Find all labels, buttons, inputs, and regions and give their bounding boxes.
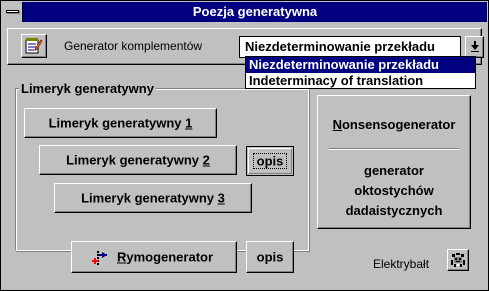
generator-select[interactable]: Niezdeterminowanie przekładu — [239, 36, 461, 58]
limerick-group-label: Limeryk generatywny — [19, 81, 156, 96]
generator-icon-button[interactable] — [21, 34, 47, 58]
limerick-opis-button[interactable]: opis — [246, 146, 294, 176]
nonsensogenerator-button[interactable]: Nonsensogenerator generator oktostychów … — [317, 95, 471, 229]
generator-select-value: Niezdeterminowanie przekładu — [245, 39, 435, 54]
robot-icon — [450, 252, 466, 268]
nonsensogenerator-subtitle: generator oktostychów dadaistycznych — [345, 163, 443, 218]
generator-label: Generator komplementów — [64, 39, 203, 53]
main-window: Poezja generatywna Generator komplementó… — [0, 0, 489, 291]
nonsensogenerator-separator — [329, 148, 459, 150]
limerick-2-button[interactable]: Limeryk generatywny 2 — [39, 145, 237, 175]
rymogenerator-button[interactable]: Rymogenerator — [71, 241, 237, 273]
notepad-pencil-icon — [25, 38, 43, 54]
nonsensogenerator-label: Nonsensogenerator — [332, 117, 456, 132]
system-menu-button[interactable] — [2, 2, 23, 22]
arrow-down-icon — [471, 45, 479, 50]
client-area: Generator komplementów Niezdeterminowani… — [2, 23, 487, 289]
rymogenerator-opis-button[interactable]: opis — [246, 241, 294, 273]
window-title: Poezja generatywna — [192, 4, 318, 19]
dropdown-option-niezdeterminowanie[interactable]: Niezdeterminowanie przekładu — [246, 57, 475, 73]
limerick-3-button[interactable]: Limeryk generatywny 3 — [54, 183, 252, 213]
elektrybalt-button[interactable] — [447, 249, 469, 271]
limerick-1-button[interactable]: Limeryk generatywny 1 — [24, 108, 217, 138]
system-menu-icon — [6, 10, 19, 13]
elektrybalt-label: Elektrybałt — [373, 257, 430, 271]
generator-dropdown-list: Niezdeterminowanie przekładu Indetermina… — [245, 56, 476, 89]
generator-dropdown-button[interactable] — [465, 36, 484, 58]
dropdown-option-indeterminacy[interactable]: Indeterminacy of translation — [246, 73, 475, 89]
title-bar[interactable]: Poezja generatywna — [2, 2, 487, 22]
